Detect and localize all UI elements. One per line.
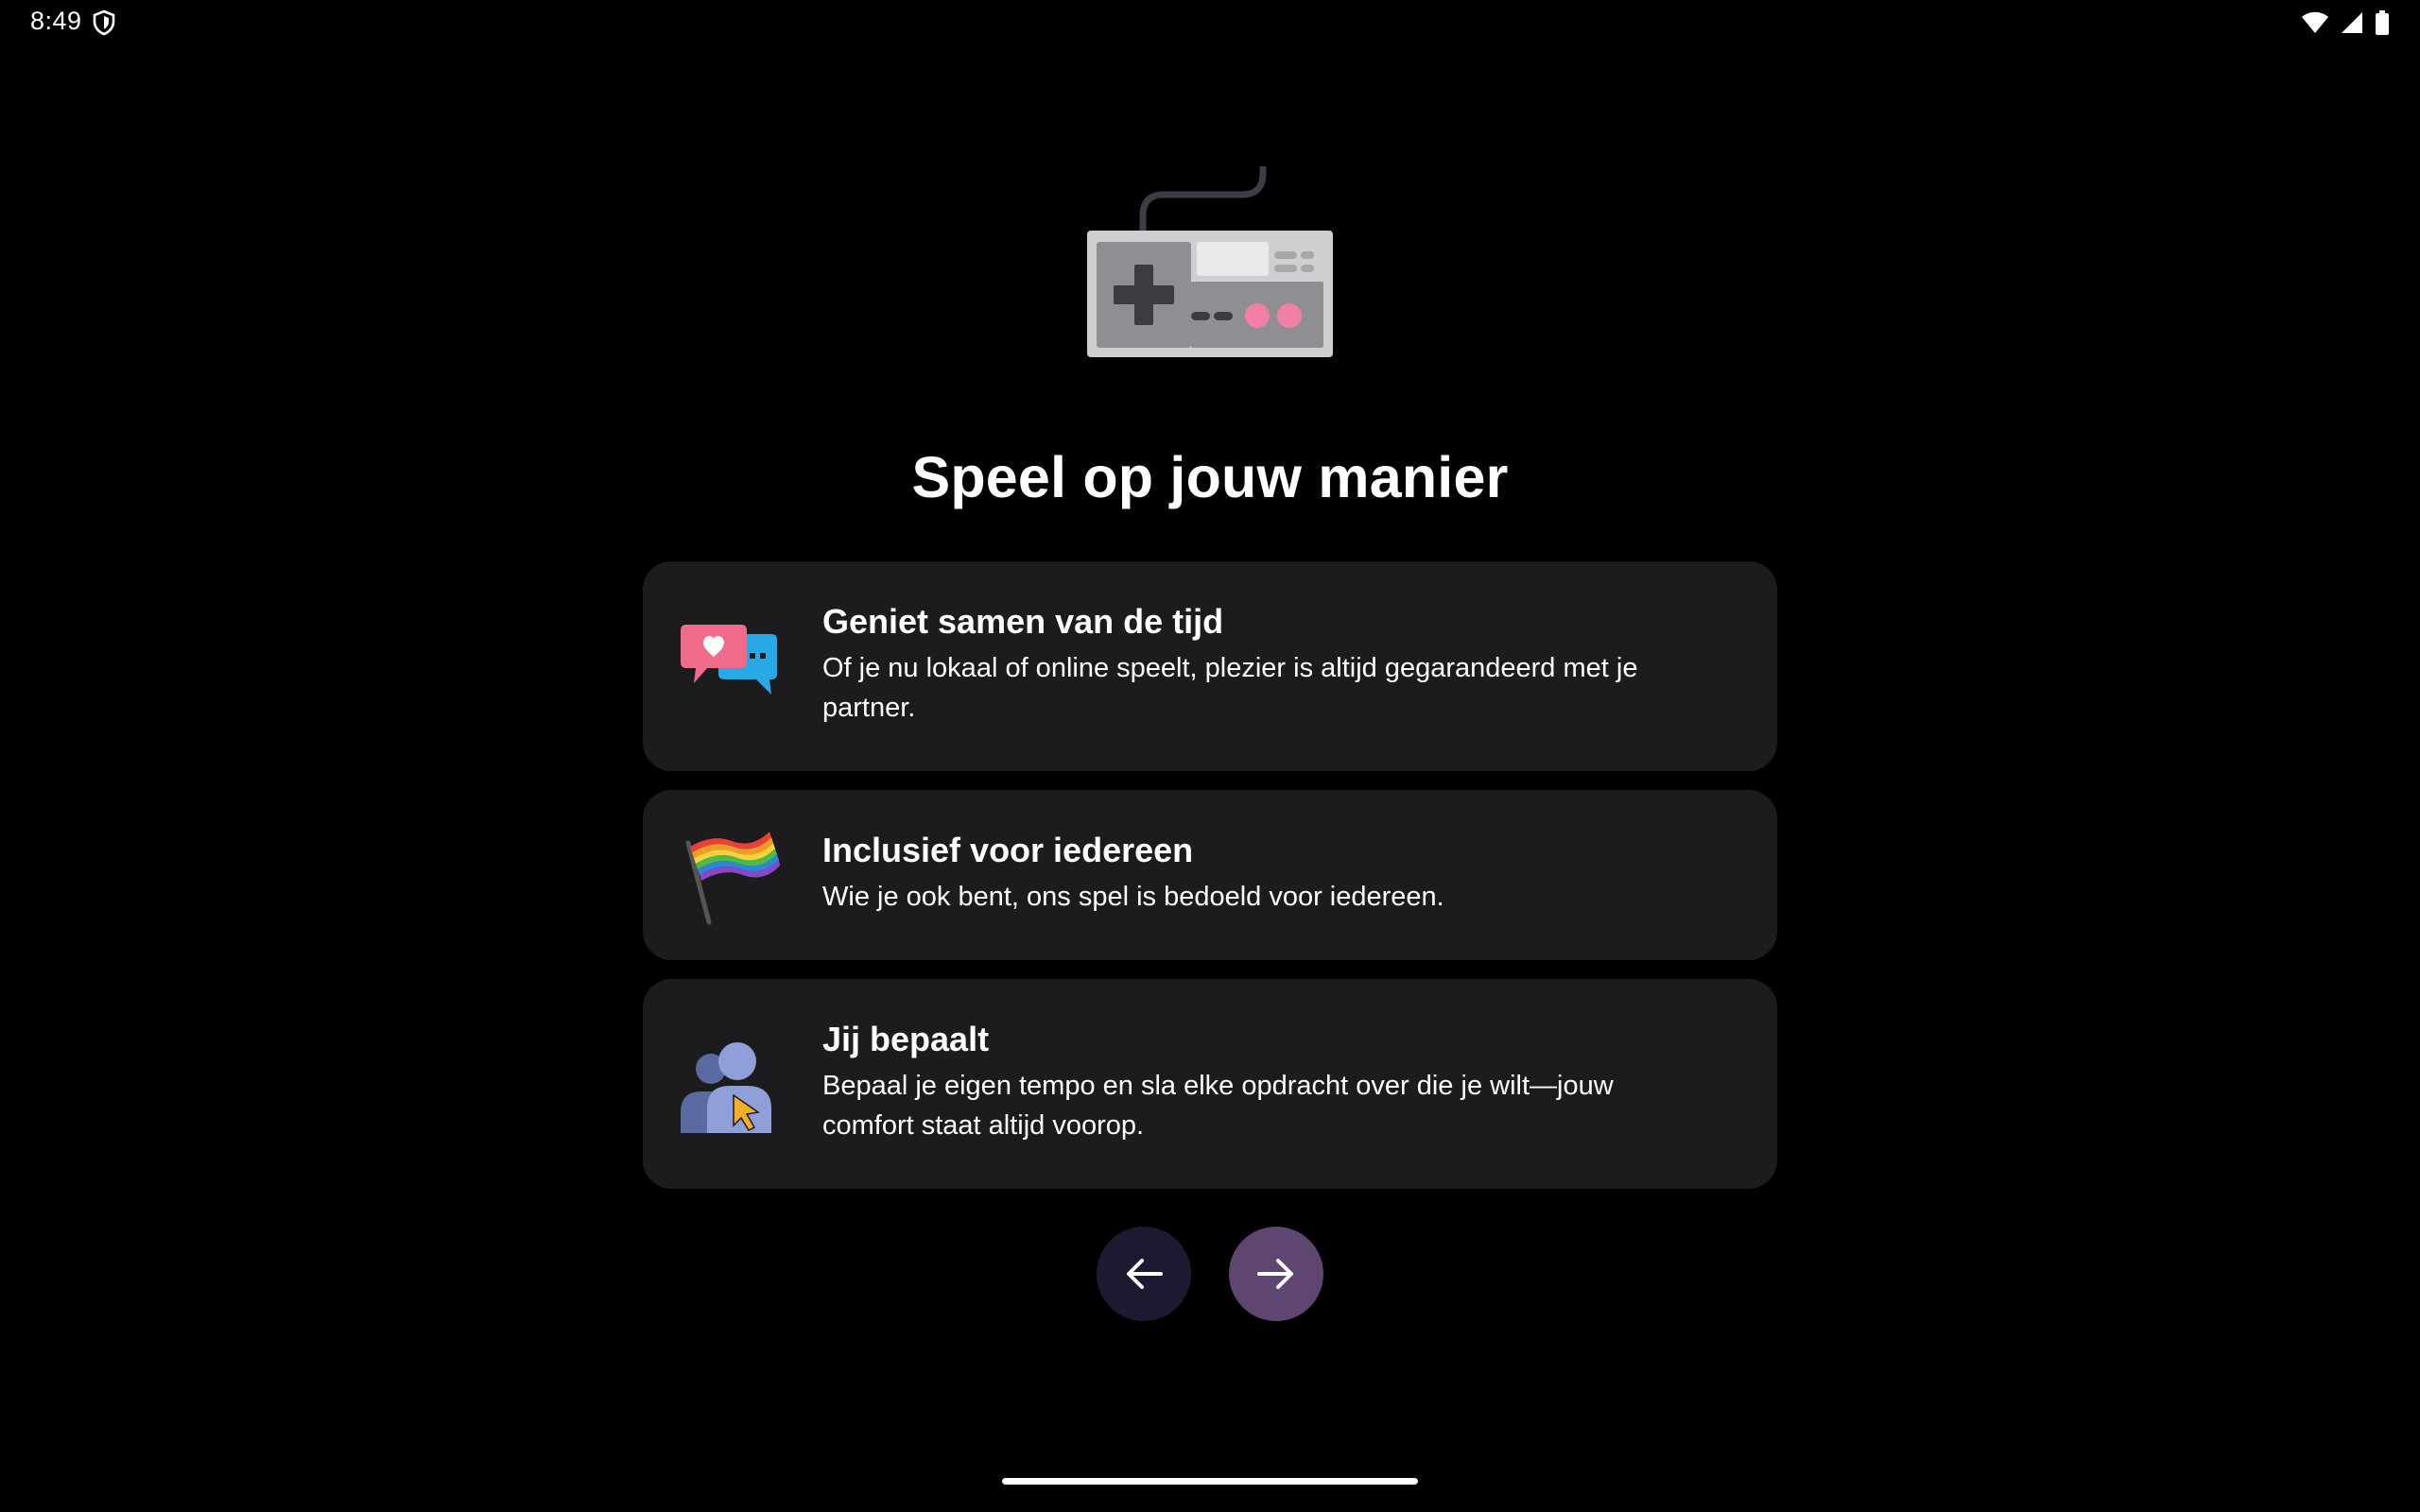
feature-card-inclusive: Inclusief voor iedereen Wie je ook bent,…: [643, 790, 1777, 960]
status-bar: 8:49: [0, 0, 2420, 45]
users-cursor-icon: [681, 1042, 771, 1133]
feature-card-together: Geniet samen van de tijd Of je nu lokaal…: [643, 561, 1777, 771]
arrow-right-icon: [1257, 1259, 1293, 1289]
battery-icon: [2376, 10, 2389, 35]
feature-description: Bepaal je eigen tempo en sla elke opdrac…: [822, 1071, 1614, 1141]
signal-icon: [2342, 12, 2362, 33]
feature-description: Wie je ook bent, ons spel is bedoeld voo…: [822, 882, 1444, 912]
feature-title: Jij bepaalt: [822, 1020, 990, 1058]
status-time: 8:49: [30, 7, 82, 35]
feature-card-control: Jij bepaalt Bepaal je eigen tempo en sla…: [643, 979, 1777, 1189]
back-button[interactable]: [1097, 1227, 1191, 1321]
chat-bubbles-icon: [681, 625, 777, 695]
game-controller-icon: [1087, 166, 1333, 357]
feature-title: Geniet samen van de tijd: [822, 602, 1224, 641]
page-title: Speel op jouw manier: [911, 445, 1509, 509]
feature-description: Of je nu lokaal of online speelt, plezie…: [822, 653, 1638, 723]
feature-title: Inclusief voor iedereen: [822, 831, 1194, 869]
home-indicator[interactable]: [1002, 1478, 1418, 1485]
rainbow-flag-icon: [685, 832, 780, 925]
shield-icon: [93, 9, 115, 36]
onboarding-screen: 8:49 Speel op jouw manier Geniet samen v…: [0, 0, 2420, 1512]
arrow-left-icon: [1127, 1259, 1163, 1289]
next-button[interactable]: [1229, 1227, 1323, 1321]
wifi-icon: [2302, 11, 2328, 33]
